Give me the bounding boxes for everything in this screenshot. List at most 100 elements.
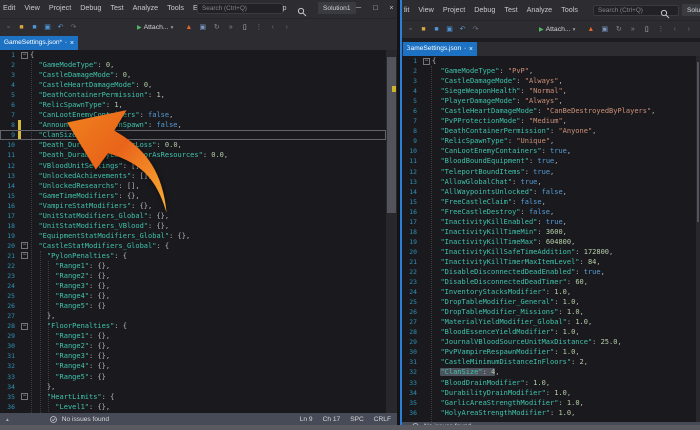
no-issues-label[interactable]: No issues found bbox=[62, 416, 109, 423]
hot-reload-icon[interactable]: ▲ bbox=[183, 24, 194, 32]
code-line[interactable]: 9 "RelicSpawnType": "Unique", bbox=[402, 136, 696, 146]
code-line[interactable]: 29 "JournalVBloodSourceUnitMaxDistance":… bbox=[402, 337, 696, 347]
code-line[interactable]: 7 "CanLootEnemyContainers": false, bbox=[0, 110, 386, 120]
window-layout-icon[interactable]: ▣ bbox=[599, 26, 610, 34]
menu-item-test[interactable]: Test bbox=[504, 5, 517, 14]
code-line[interactable]: 16 "FreeCastleDestroy": false, bbox=[402, 207, 696, 217]
scrollbar-thumb[interactable] bbox=[387, 57, 396, 213]
misc-icon-3[interactable]: › bbox=[281, 24, 292, 32]
fold-collapse-icon[interactable]: − bbox=[21, 252, 28, 260]
code-line[interactable]: 30 "Range2": {}, bbox=[0, 341, 386, 351]
code-line[interactable]: 21 "InactivityKillTimerMaxItemLevel": 84… bbox=[402, 257, 696, 267]
misc-icon-3[interactable]: › bbox=[683, 26, 694, 34]
tab-servergamesettings-left[interactable]: ServerGameSettings.json* ▫ × bbox=[0, 36, 78, 50]
code-line[interactable]: 14 "AllWaypointsUnlocked": false, bbox=[402, 187, 696, 197]
code-line[interactable]: 11 "Death_DurabilityLossFactorAsResource… bbox=[0, 150, 386, 160]
code-line[interactable]: 34 }, bbox=[0, 382, 386, 392]
menu-item-view[interactable]: View bbox=[418, 5, 433, 14]
menu-item-tools[interactable]: Tools bbox=[167, 3, 184, 12]
code-line[interactable]: 10 "Death_DurabilityFactorLoss": 0.0, bbox=[0, 140, 386, 150]
solution-label[interactable]: Solution1 bbox=[682, 4, 700, 16]
code-line[interactable]: 25 "DropTableModifier_General": 1.0, bbox=[402, 297, 696, 307]
code-line[interactable]: 6 "RelicSpawnType": 1, bbox=[0, 100, 386, 110]
code-line[interactable]: 32 "ClanSize": 4, bbox=[402, 367, 696, 377]
close-tab-icon[interactable]: × bbox=[469, 46, 473, 53]
code-line[interactable]: 21− "PylonPenalties": { bbox=[0, 251, 386, 261]
close-button[interactable]: × bbox=[384, 0, 397, 14]
code-line[interactable]: 30 "PvPVampireRespawnModifier": 1.0, bbox=[402, 347, 696, 357]
menu-item-test[interactable]: Test bbox=[110, 3, 123, 12]
code-line[interactable]: 18 "InactivityKillTimeMin": 3600, bbox=[402, 227, 696, 237]
code-line[interactable]: 22 "Range1": {}, bbox=[0, 261, 386, 271]
redo-icon[interactable]: ↷ bbox=[68, 24, 79, 32]
code-line[interactable]: 15 "GameTimeModifiers": {}, bbox=[0, 191, 386, 201]
code-line[interactable]: 15 "FreeCastleClaim": false, bbox=[402, 197, 696, 207]
fold-collapse-icon[interactable]: − bbox=[21, 322, 28, 330]
window-layout-icon[interactable]: ▣ bbox=[197, 24, 208, 32]
code-line[interactable]: 24 "InventoryStacksModifier": 1.0, bbox=[402, 287, 696, 297]
code-line[interactable]: 26 "Range5": {} bbox=[0, 301, 386, 311]
save-icon[interactable]: ■ bbox=[29, 24, 40, 32]
code-line[interactable]: 35− "HeartLimits": { bbox=[0, 392, 386, 402]
menu-item-debug[interactable]: Debug bbox=[80, 3, 101, 12]
search-icon[interactable] bbox=[660, 6, 670, 19]
code-line[interactable]: 33 "Range5": {} bbox=[0, 372, 386, 382]
code-line[interactable]: 17 "UnitStatModifiers_Global": {}, bbox=[0, 211, 386, 221]
pin-icon[interactable]: ▫ bbox=[464, 46, 466, 52]
code-line[interactable]: 3 "CastleDamageMode": 0, bbox=[0, 70, 386, 80]
hot-reload-icon[interactable]: ▲ bbox=[585, 26, 596, 34]
fold-collapse-icon[interactable]: − bbox=[423, 57, 430, 65]
statusbar-expander-icon[interactable]: ▴ bbox=[6, 417, 9, 423]
code-line[interactable]: 20− "CastleStatModifiers_Global": { bbox=[0, 241, 386, 251]
step-over-icon[interactable]: » bbox=[225, 24, 236, 32]
code-line[interactable]: 5 "DeathContainerPermission": 1, bbox=[0, 90, 386, 100]
code-line[interactable]: 11 "BloodBoundEquipment": true, bbox=[402, 156, 696, 166]
code-line[interactable]: 16 "VampireStatModifiers": {}, bbox=[0, 201, 386, 211]
code-line[interactable]: 2 "GameModeType": 0, bbox=[0, 60, 386, 70]
menu-item-analyze[interactable]: Analyze bbox=[527, 5, 553, 14]
sync-icon[interactable]: ↻ bbox=[211, 24, 222, 32]
bookmark-icon[interactable]: ▯ bbox=[239, 24, 250, 32]
code-line[interactable]: 23 "DisableDisconnectedDeadTimer": 60, bbox=[402, 277, 696, 287]
editor-right[interactable]: 1−{2 "GameModeType": "PvP", 3 "CastleDama… bbox=[402, 56, 700, 422]
code-line[interactable]: 18 "UnitStatModifiers_VBlood": {}, bbox=[0, 221, 386, 231]
code-line[interactable]: 20 "InactivityKillSafeTimeAddition": 172… bbox=[402, 247, 696, 257]
code-line[interactable]: 24 "Range3": {}, bbox=[0, 281, 386, 291]
new-item-icon[interactable]: ▫ bbox=[405, 26, 416, 34]
misc-icon-1[interactable]: ⋮ bbox=[253, 24, 264, 32]
code-line[interactable]: 8 "DeathContainerPermission": "Anyone", bbox=[402, 126, 696, 136]
code-line[interactable]: 13 "AllowGlobalChat": true, bbox=[402, 177, 696, 187]
save-icon[interactable]: ■ bbox=[431, 26, 442, 34]
scrollbar-left[interactable] bbox=[386, 50, 397, 413]
editor-left[interactable]: 1−{2 "GameModeType": 0, 3 "CastleDamageMo… bbox=[0, 50, 397, 413]
new-item-icon[interactable]: ▫ bbox=[3, 24, 14, 32]
code-line[interactable]: 32 "Range4": {}, bbox=[0, 361, 386, 371]
misc-icon-2[interactable]: ‹ bbox=[267, 24, 278, 32]
code-line[interactable]: 31 "CastleMinimumDistanceInFloors": 2, bbox=[402, 357, 696, 367]
menu-item-tools[interactable]: Tools bbox=[561, 5, 578, 14]
attach-button[interactable]: ▶ Attach... ▾ bbox=[539, 26, 575, 33]
code-line[interactable]: 1−{ bbox=[0, 50, 386, 60]
code-line[interactable]: 23 "Range2": {}, bbox=[0, 271, 386, 281]
search-box[interactable]: Search (Ctrl+Q) bbox=[197, 3, 283, 14]
sync-icon[interactable]: ↻ bbox=[613, 26, 624, 34]
undo-icon[interactable]: ↶ bbox=[55, 24, 66, 32]
code-line[interactable]: 36 "Level1": {}, bbox=[0, 402, 386, 412]
minimize-button[interactable]: ─ bbox=[351, 0, 366, 14]
code-line[interactable]: 28 "BloodEssenceYieldModifier": 1.0, bbox=[402, 327, 696, 337]
code-line[interactable]: 22 "DisableDisconnectedDeadEnabled": tru… bbox=[402, 267, 696, 277]
fold-collapse-icon[interactable]: − bbox=[21, 242, 28, 250]
code-line[interactable]: 27 }, bbox=[0, 311, 386, 321]
status-spaces[interactable]: SPC bbox=[350, 416, 364, 423]
code-line[interactable]: 26 "DropTableModifier_Missions": 1.0, bbox=[402, 307, 696, 317]
fold-collapse-icon[interactable]: − bbox=[21, 51, 28, 59]
code-line[interactable]: 19 "EquipmentStatModifiers_Global": {}, bbox=[0, 231, 386, 241]
code-line[interactable]: 17 "InactivityKillEnabled": true, bbox=[402, 217, 696, 227]
code-line[interactable]: 33 "BloodDrainModifier": 1.0, bbox=[402, 378, 696, 388]
open-folder-icon[interactable]: ■ bbox=[16, 24, 27, 32]
code-line[interactable]: 13 "UnlockedAchievements": [], bbox=[0, 171, 386, 181]
code-line[interactable]: 34 "DurabilityDrainModifier": 1.0, bbox=[402, 388, 696, 398]
close-tab-icon[interactable]: × bbox=[70, 40, 74, 47]
code-line[interactable]: 12 "VBloodUnitSettings": [], bbox=[0, 161, 386, 171]
misc-icon-1[interactable]: ⋮ bbox=[655, 26, 666, 34]
